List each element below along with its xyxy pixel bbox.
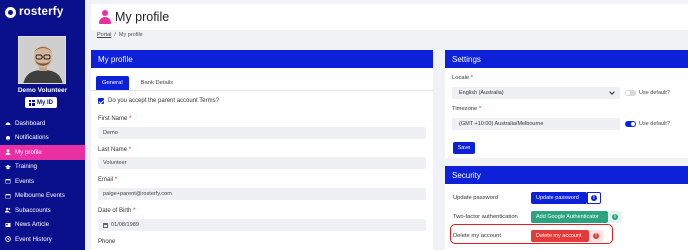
brand-logo[interactable]: rosterfy (5, 6, 63, 18)
settings-panel-title: Settings (445, 50, 688, 68)
last-name-input[interactable]: Volunteer (98, 157, 426, 169)
breadcrumb-separator: / (114, 32, 116, 38)
sidebar-item-my-profile[interactable]: My profile (0, 145, 85, 160)
newspaper-icon (5, 222, 11, 227)
timezone-value: (GMT +10:00) Australia/Melbourne (459, 121, 544, 127)
timezone-use-default-label: Use default? (639, 121, 670, 127)
sidebar-nav: Dashboard Notifications My profile Train… (0, 116, 85, 247)
profile-panel-title: My profile (91, 50, 433, 68)
email-label: Email * (98, 177, 118, 183)
phone-label: Phone (98, 239, 116, 245)
sidebar-item-training[interactable]: Training (0, 160, 85, 175)
add-google-authenticator-button[interactable]: Add Google Authenticator (531, 211, 608, 223)
my-id-label: My ID (36, 99, 53, 106)
tab-bank-details[interactable]: Bank Details (135, 76, 180, 90)
dob-input[interactable]: 01/08/1989 (98, 219, 426, 231)
locale-select[interactable]: English (Australia) (452, 87, 620, 99)
update-password-button[interactable]: Update password (531, 192, 587, 204)
last-name-label: Last Name * (98, 147, 132, 153)
timezone-use-default: Use default? (625, 121, 670, 127)
sidebar-item-notifications[interactable]: Notifications (0, 131, 85, 146)
breadcrumb-portal-link[interactable]: Portal (97, 32, 111, 38)
locale-value: English (Australia) (459, 90, 504, 96)
terms-row: Do you accept the parent account Terms? (98, 98, 219, 104)
tab-general[interactable]: General (96, 76, 129, 90)
two-factor-label: Two-factor authentication (453, 214, 518, 220)
chevron-down-icon (609, 89, 615, 95)
sidebar-item-events[interactable]: Events (0, 174, 85, 189)
breadcrumb-current: My profile (118, 32, 143, 38)
page-header: My profile (91, 4, 688, 30)
delete-account-info-button[interactable]: ! (589, 230, 603, 242)
sidebar-item-label: News Article (15, 221, 50, 229)
info-icon: i (612, 214, 618, 220)
user-icon (99, 10, 111, 24)
calendar-icon (5, 193, 11, 199)
timezone-select[interactable]: (GMT +10:00) Australia/Melbourne (452, 118, 620, 130)
security-panel: Security Update password Update password… (445, 166, 688, 250)
rosterfy-logo-icon (5, 6, 16, 18)
sidebar: rosterfy Demo Volunteer My ID Dashboard … (0, 0, 85, 250)
sidebar-item-label: Melbourne Events (15, 192, 65, 200)
profile-tabs: General Bank Details (91, 68, 433, 91)
sidebar-item-label: Notifications (15, 134, 49, 142)
sidebar-item-label: Dashboard (15, 119, 46, 127)
page-title: My profile (115, 10, 170, 24)
timezone-label: Timezone * (452, 106, 482, 112)
sidebar-item-subaccounts[interactable]: Subaccounts (0, 203, 85, 218)
bell-icon (6, 135, 10, 141)
qr-icon (28, 99, 35, 106)
sidebar-item-label: Events (15, 177, 34, 185)
first-name-input[interactable]: Demo (98, 127, 426, 139)
locale-use-default-toggle[interactable] (625, 90, 636, 96)
sidebar-item-melbourne-events[interactable]: Melbourne Events (0, 189, 85, 204)
sidebar-item-event-history[interactable]: Event History (0, 232, 85, 247)
two-factor-info-button[interactable]: i (608, 211, 622, 223)
security-panel-title: Security (445, 166, 688, 184)
delete-account-button[interactable]: Delete my account (531, 230, 589, 242)
info-icon: ! (593, 233, 599, 239)
profile-panel: My profile General Bank Details Do you a… (91, 50, 433, 250)
delete-account-label: Delete my account (453, 233, 502, 239)
user-name: Demo Volunteer (17, 87, 68, 94)
terms-label: Do you accept the parent account Terms? (108, 98, 219, 104)
breadcrumb: Portal / My profile (97, 32, 143, 38)
first-name-label: First Name * (98, 116, 132, 122)
dob-value: 01/08/1989 (111, 222, 139, 228)
sidebar-item-label: My profile (15, 148, 42, 156)
sidebar-item-label: Training (15, 163, 38, 171)
calendar-icon (103, 222, 108, 228)
email-input[interactable]: paige+parent@rosterfy.com (98, 188, 426, 200)
locale-use-default: Use default? (625, 90, 670, 96)
brand-name: rosterfy (19, 6, 64, 18)
gauge-icon (5, 122, 11, 126)
sidebar-item-label: Subaccounts (15, 206, 51, 214)
locale-label: Locale * (452, 75, 473, 81)
terms-checkbox[interactable] (98, 98, 104, 104)
update-password-info-button[interactable]: i (587, 192, 601, 204)
dob-label: Date of Birth * (98, 208, 136, 214)
graduation-cap-icon (5, 164, 11, 170)
my-id-button[interactable]: My ID (25, 97, 57, 108)
avatar (18, 36, 66, 84)
sidebar-item-news-article[interactable]: News Article (0, 218, 85, 233)
locale-use-default-label: Use default? (639, 90, 670, 96)
user-icon (5, 149, 11, 156)
update-password-label: Update password (453, 195, 499, 201)
timezone-use-default-toggle[interactable] (625, 121, 636, 127)
history-icon (5, 236, 11, 243)
info-icon: i (591, 195, 597, 201)
settings-panel: Settings Locale * English (Australia) Us… (445, 50, 688, 158)
users-icon (5, 207, 11, 213)
save-button[interactable]: Save (453, 142, 475, 154)
calendar-icon (5, 179, 11, 184)
sidebar-item-dashboard[interactable]: Dashboard (0, 116, 85, 131)
sidebar-item-label: Event History (15, 235, 52, 243)
